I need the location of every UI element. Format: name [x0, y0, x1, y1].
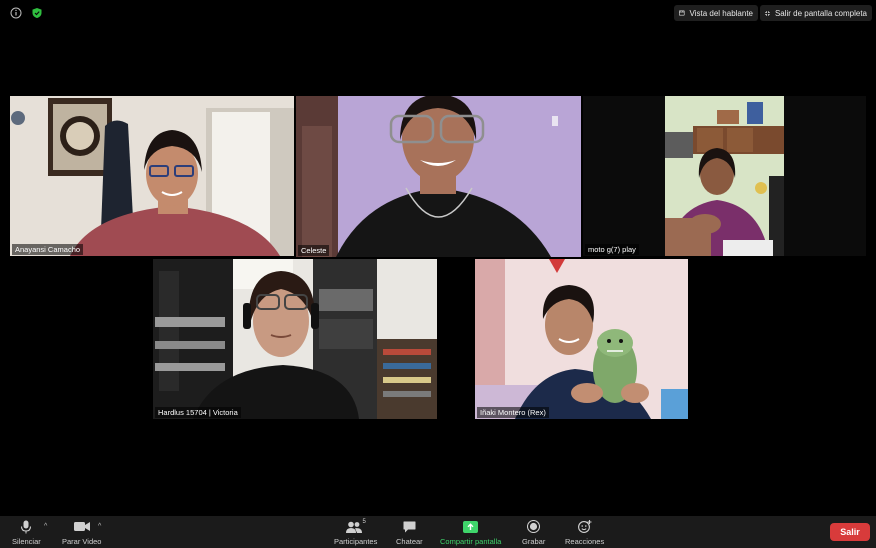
video-options-caret-icon[interactable]: ^ — [98, 523, 101, 530]
exit-fullscreen-icon — [765, 10, 770, 16]
video-tile[interactable]: Iñaki Montero (Rex) — [475, 259, 688, 419]
reactions-label: Reacciones — [565, 537, 605, 546]
video-tile-active-speaker[interactable]: Celeste — [296, 96, 581, 257]
participant-video — [153, 259, 437, 419]
video-camera-icon — [73, 519, 90, 534]
participant-video — [296, 96, 581, 257]
speaker-view-button[interactable]: Vista del hablante — [674, 5, 758, 21]
participant-name: Iñaki Montero (Rex) — [477, 407, 549, 418]
participant-video — [665, 96, 784, 256]
meeting-toolbar: Silenciar ^ Parar Video ^ 5 Participante… — [0, 516, 876, 548]
grid-view-icon — [679, 10, 685, 16]
microphone-icon — [20, 519, 32, 534]
participant-name: Anayansi Camacho — [12, 244, 84, 255]
participant-name: Celeste — [298, 245, 330, 256]
top-bar: Vista del hablante Salir de pantalla com… — [0, 0, 876, 26]
stop-video-label: Parar Video — [62, 537, 102, 546]
participant-video — [10, 96, 294, 256]
participant-name: Hardlus 15704 | Victoria — [155, 407, 241, 418]
shield-icon[interactable] — [30, 6, 44, 20]
speaker-view-label: Vista del hablante — [689, 8, 753, 18]
participants-button[interactable]: 5 Participantes — [334, 519, 377, 546]
chat-label: Chatear — [396, 537, 423, 546]
stop-video-button[interactable]: Parar Video — [62, 519, 101, 546]
record-icon — [527, 519, 541, 534]
share-screen-label: Compartir pantalla — [440, 537, 502, 546]
chat-button[interactable]: Chatear — [396, 519, 423, 546]
record-label: Grabar — [522, 537, 546, 546]
record-button[interactable]: Grabar — [522, 519, 545, 546]
participant-name: moto g(7) play — [585, 244, 639, 255]
video-tile[interactable]: moto g(7) play — [583, 96, 866, 256]
chat-bubble-icon — [403, 519, 416, 534]
share-screen-button[interactable]: Compartir pantalla — [440, 519, 501, 546]
video-tile[interactable]: Anayansi Camacho — [10, 96, 294, 256]
participants-count-badge: 5 — [362, 519, 366, 525]
participants-icon: 5 — [345, 519, 366, 534]
exit-fullscreen-button[interactable]: Salir de pantalla completa — [760, 5, 872, 21]
participants-label: Participantes — [334, 537, 378, 546]
exit-fullscreen-label: Salir de pantalla completa — [774, 8, 867, 18]
mute-label: Silenciar — [12, 537, 41, 546]
share-screen-icon — [463, 519, 479, 534]
video-tile[interactable]: Hardlus 15704 | Victoria — [153, 259, 437, 419]
info-icon[interactable] — [9, 6, 23, 20]
mute-button[interactable]: Silenciar — [12, 519, 41, 546]
audio-options-caret-icon[interactable]: ^ — [44, 523, 47, 530]
participant-video — [475, 259, 688, 419]
reactions-button[interactable]: Reacciones — [565, 519, 604, 546]
smiley-plus-icon — [577, 519, 592, 534]
leave-meeting-button[interactable]: Salir — [830, 523, 870, 541]
